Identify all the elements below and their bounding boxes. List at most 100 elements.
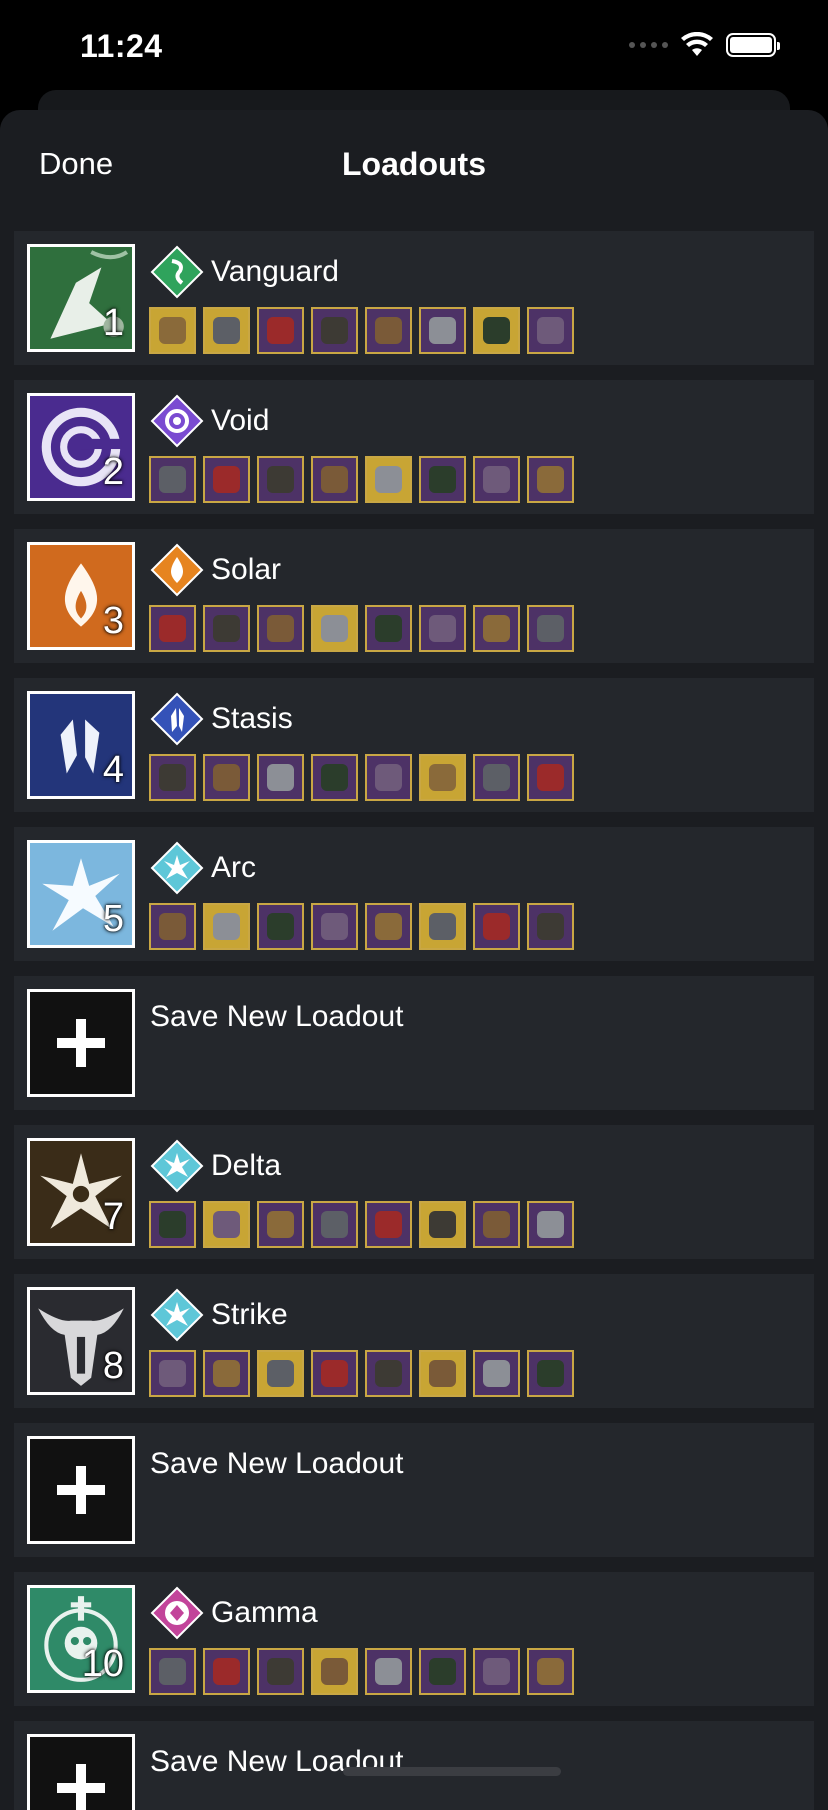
loadout-item-icon[interactable] [203, 605, 250, 652]
loadout-item-icon[interactable] [365, 754, 412, 801]
loadout-item-icon[interactable] [257, 1350, 304, 1397]
loadout-item-icon[interactable] [149, 754, 196, 801]
loadout-number: 4 [102, 749, 124, 791]
loadout-item-icon[interactable] [311, 1201, 358, 1248]
loadout-item-icon[interactable] [419, 307, 466, 354]
loadout-row-delta[interactable]: 7 Delta [14, 1125, 814, 1259]
loadout-item-icon[interactable] [473, 1648, 520, 1695]
loadout-item-icon[interactable] [257, 307, 304, 354]
loadout-item-icon[interactable] [527, 903, 574, 950]
loadout-item-icon[interactable] [365, 1201, 412, 1248]
loadout-row-arc[interactable]: 5 Arc [14, 827, 814, 961]
loadout-item-icon[interactable] [473, 605, 520, 652]
loadout-item-icon[interactable] [473, 1350, 520, 1397]
loadout-row-void[interactable]: 2 Void [14, 380, 814, 514]
save-new-loadout-row[interactable]: Save New Loadout [14, 1721, 814, 1810]
loadout-item-icon[interactable] [365, 903, 412, 950]
loadout-row-gamma[interactable]: 10 Gamma [14, 1572, 814, 1706]
loadout-item-icon[interactable] [365, 1350, 412, 1397]
delta-emblem: 7 [27, 1138, 135, 1246]
arc-subclass-icon [150, 841, 204, 895]
loadout-item-icon[interactable] [419, 605, 466, 652]
skull-emblem: 10 [27, 1585, 135, 1693]
dragon-scale-emblem: 1 [27, 244, 135, 352]
prismatic-subclass-icon [150, 1586, 204, 1640]
stasis-emblem: 4 [27, 691, 135, 799]
loadout-name: Gamma [211, 1596, 318, 1629]
loadout-item-icon[interactable] [149, 1648, 196, 1695]
loadout-item-icon[interactable] [419, 903, 466, 950]
loadout-item-icon[interactable] [365, 605, 412, 652]
loadout-item-icon[interactable] [257, 605, 304, 652]
void-emblem: 2 [27, 393, 135, 501]
strand-subclass-icon [150, 245, 204, 299]
loadout-item-icon[interactable] [149, 605, 196, 652]
loadout-item-icon[interactable] [311, 1648, 358, 1695]
loadout-item-icon[interactable] [257, 903, 304, 950]
loadout-item-icon[interactable] [527, 1648, 574, 1695]
loadout-number: 1 [102, 302, 124, 344]
loadout-number: 10 [81, 1643, 124, 1685]
plus-icon [57, 1466, 105, 1514]
loadout-item-icon[interactable] [473, 903, 520, 950]
loadout-name: Stasis [211, 702, 293, 735]
loadout-item-icon[interactable] [149, 1201, 196, 1248]
loadout-item-icon[interactable] [473, 307, 520, 354]
loadout-item-icon[interactable] [365, 456, 412, 503]
loadout-item-icon[interactable] [203, 307, 250, 354]
save-new-loadout-row[interactable]: Save New Loadout [14, 1423, 814, 1557]
loadout-item-icon[interactable] [149, 456, 196, 503]
loadout-row-strike[interactable]: 8 Strike [14, 1274, 814, 1408]
loadout-item-icon[interactable] [473, 456, 520, 503]
loadout-items [149, 1350, 574, 1397]
loadout-item-icon[interactable] [419, 1350, 466, 1397]
loadout-item-icon[interactable] [419, 1648, 466, 1695]
loadout-row-vanguard[interactable]: 1 Vanguard [14, 231, 814, 365]
loadout-item-icon[interactable] [311, 1350, 358, 1397]
battery-icon [726, 33, 780, 57]
loadout-item-icon[interactable] [311, 903, 358, 950]
loadout-item-icon[interactable] [203, 456, 250, 503]
status-bar: 11:24 [0, 0, 828, 90]
loadout-item-icon[interactable] [203, 1648, 250, 1695]
loadouts-sheet: Done Loadouts 1 Vanguard 2 Void 3 Solar 4 Stasi… [0, 110, 828, 1810]
loadout-item-icon[interactable] [473, 1201, 520, 1248]
loadout-item-icon[interactable] [365, 1648, 412, 1695]
loadout-item-icon[interactable] [527, 754, 574, 801]
loadout-item-icon[interactable] [203, 1350, 250, 1397]
arc-subclass-icon [150, 1139, 204, 1193]
loadout-item-icon[interactable] [149, 307, 196, 354]
loadout-item-icon[interactable] [257, 456, 304, 503]
loadout-item-icon[interactable] [527, 307, 574, 354]
loadout-item-icon[interactable] [257, 754, 304, 801]
void-subclass-icon [150, 394, 204, 448]
loadout-item-icon[interactable] [527, 1201, 574, 1248]
loadout-item-icon[interactable] [311, 456, 358, 503]
cellular-signal-icon [629, 42, 668, 48]
loadout-item-icon[interactable] [527, 1350, 574, 1397]
loadout-item-icon[interactable] [203, 754, 250, 801]
loadout-item-icon[interactable] [473, 754, 520, 801]
loadout-row-stasis[interactable]: 4 Stasis [14, 678, 814, 812]
loadout-item-icon[interactable] [149, 903, 196, 950]
loadout-item-icon[interactable] [365, 307, 412, 354]
loadout-item-icon[interactable] [419, 456, 466, 503]
save-new-loadout-row[interactable]: Save New Loadout [14, 976, 814, 1110]
loadout-item-icon[interactable] [149, 1350, 196, 1397]
loadout-row-solar[interactable]: 3 Solar [14, 529, 814, 663]
loadout-item-icon[interactable] [311, 605, 358, 652]
loadout-items [149, 1201, 574, 1248]
loadout-item-icon[interactable] [311, 754, 358, 801]
loadout-item-icon[interactable] [527, 456, 574, 503]
loadout-item-icon[interactable] [311, 307, 358, 354]
loadout-item-icon[interactable] [257, 1201, 304, 1248]
loadout-item-icon[interactable] [419, 754, 466, 801]
loadout-items [149, 754, 574, 801]
page-title: Loadouts [342, 146, 486, 182]
loadout-item-icon[interactable] [257, 1648, 304, 1695]
loadout-item-icon[interactable] [419, 1201, 466, 1248]
loadout-item-icon[interactable] [527, 605, 574, 652]
loadout-number: 5 [102, 898, 124, 940]
loadout-item-icon[interactable] [203, 903, 250, 950]
loadout-item-icon[interactable] [203, 1201, 250, 1248]
